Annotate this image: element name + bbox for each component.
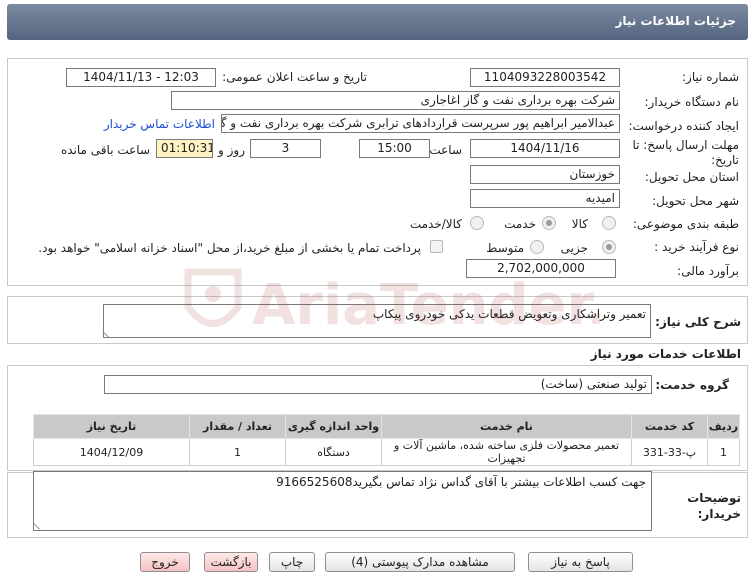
page-title: جزئیات اطلاعات نیاز bbox=[615, 14, 736, 28]
process-minor-label: جزیی bbox=[560, 241, 588, 255]
time-left-field: 01:10:31 bbox=[156, 139, 213, 158]
city-field: امیدیه bbox=[470, 189, 620, 208]
category-radio-goods-service[interactable] bbox=[470, 216, 484, 230]
category-goods-service-label: کالا/خدمت bbox=[409, 217, 462, 231]
category-radio-goods[interactable] bbox=[602, 216, 616, 230]
exit-button[interactable]: خروج bbox=[140, 552, 190, 572]
buyer-org-field: شرکت بهره برداری نفت و گاز اغاجاری bbox=[171, 91, 620, 110]
description-text: تعمیر وتراشکاری وتعویض قطعات یدکی خودروی… bbox=[372, 307, 646, 321]
cell-service-name: تعمیر محصولات فلزی ساخته شده، ماشین آلات… bbox=[381, 438, 632, 466]
description-textarea[interactable]: تعمیر وتراشکاری وتعویض قطعات یدکی خودروی… bbox=[103, 304, 651, 338]
buyer-contact-link[interactable]: اطلاعات تماس خریدار bbox=[104, 117, 215, 131]
deadline-date-field: 1404/11/16 bbox=[470, 139, 620, 158]
services-table: ردیف کد خدمت نام خدمت واحد اندازه گیری ت… bbox=[33, 414, 740, 466]
deadline-time-label: ساعت bbox=[429, 143, 462, 157]
deadline-label: مهلت ارسال پاسخ: تا تاریخ: bbox=[632, 138, 739, 167]
treasury-payment-note: پرداخت تمام یا بخشی از مبلغ خرید،از محل … bbox=[38, 241, 421, 255]
requester-field: عبدالامیر ابراهیم پور سرپرست قراردادهای … bbox=[221, 114, 620, 133]
city-label: شهر محل تحویل: bbox=[652, 194, 739, 208]
col-date-header: تاریخ نیاز bbox=[33, 414, 190, 439]
category-goods-label: کالا bbox=[571, 217, 588, 231]
buyer-org-label: نام دستگاه خریدار: bbox=[644, 95, 740, 109]
cell-unit: دستگاه bbox=[285, 438, 382, 466]
process-type-label: نوع فرآیند خرید : bbox=[654, 240, 739, 254]
announce-datetime-field: 1404/11/13 - 12:03 bbox=[66, 68, 216, 87]
days-left-field: 3 bbox=[250, 139, 321, 158]
remaining-label: ساعت باقی مانده bbox=[60, 143, 150, 157]
reply-to-need-button[interactable]: پاسخ به نیاز bbox=[528, 552, 633, 572]
service-group-label: گروه خدمت: bbox=[655, 378, 729, 392]
col-unit-header: واحد اندازه گیری bbox=[285, 414, 382, 439]
buyer-notes-textarea[interactable]: جهت کسب اطلاعات بیشتر با آقای گداس نژاد … bbox=[33, 471, 652, 531]
col-qty-header: تعداد / مقدار bbox=[189, 414, 286, 439]
back-button[interactable]: بازگشت bbox=[204, 552, 258, 572]
days-and-label: روز و bbox=[218, 143, 245, 157]
process-radio-medium[interactable] bbox=[530, 240, 544, 254]
budget-label: برآورد مالی: bbox=[677, 264, 739, 278]
category-radio-service[interactable] bbox=[542, 216, 556, 230]
process-medium-label: متوسط bbox=[486, 241, 524, 255]
need-number-label: شماره نیاز: bbox=[682, 70, 739, 84]
print-button[interactable]: چاپ bbox=[269, 552, 315, 572]
category-label: طبقه بندی موضوعی: bbox=[632, 217, 739, 231]
budget-field: 2,702,000,000 bbox=[466, 259, 616, 278]
cell-quantity: 1 bbox=[189, 438, 286, 466]
table-header-row: ردیف کد خدمت نام خدمت واحد اندازه گیری ت… bbox=[33, 414, 740, 439]
treasury-payment-checkbox[interactable] bbox=[430, 240, 443, 253]
announce-datetime-label: تاریخ و ساعت اعلان عمومی: bbox=[222, 70, 367, 84]
table-row: 1 پ-33-331 تعمیر محصولات فلزی ساخته شده،… bbox=[33, 438, 740, 466]
col-name-header: نام خدمت bbox=[381, 414, 632, 439]
process-radio-minor[interactable] bbox=[602, 240, 616, 254]
deadline-time-field: 15:00 bbox=[359, 139, 430, 158]
service-group-field: تولید صنعتی (ساخت) bbox=[104, 375, 652, 394]
province-field: خوزستان bbox=[470, 165, 620, 184]
requester-label: ایجاد کننده درخواست: bbox=[628, 119, 739, 133]
need-number-field: 1104093228003542 bbox=[470, 68, 620, 87]
col-code-header: کد خدمت bbox=[631, 414, 708, 439]
cell-need-date: 1404/12/09 bbox=[33, 438, 190, 466]
province-label: استان محل تحویل: bbox=[644, 170, 739, 184]
view-attached-docs-button[interactable]: مشاهده مدارک پیوستی (4) bbox=[325, 552, 515, 572]
category-service-label: خدمت bbox=[504, 217, 536, 231]
cell-row-number: 1 bbox=[707, 438, 740, 466]
buyer-notes-text: جهت کسب اطلاعات بیشتر با آقای گداس نژاد … bbox=[276, 475, 646, 489]
description-label: شرح کلی نیاز: bbox=[655, 315, 741, 329]
col-row-header: ردیف bbox=[707, 414, 740, 439]
page-header: جزئیات اطلاعات نیاز bbox=[7, 4, 748, 40]
cell-service-code: پ-33-331 bbox=[631, 438, 708, 466]
buyer-notes-label: توضیحات خریدار: bbox=[687, 491, 741, 521]
services-info-heading: اطلاعات خدمات مورد نیاز bbox=[590, 347, 741, 361]
